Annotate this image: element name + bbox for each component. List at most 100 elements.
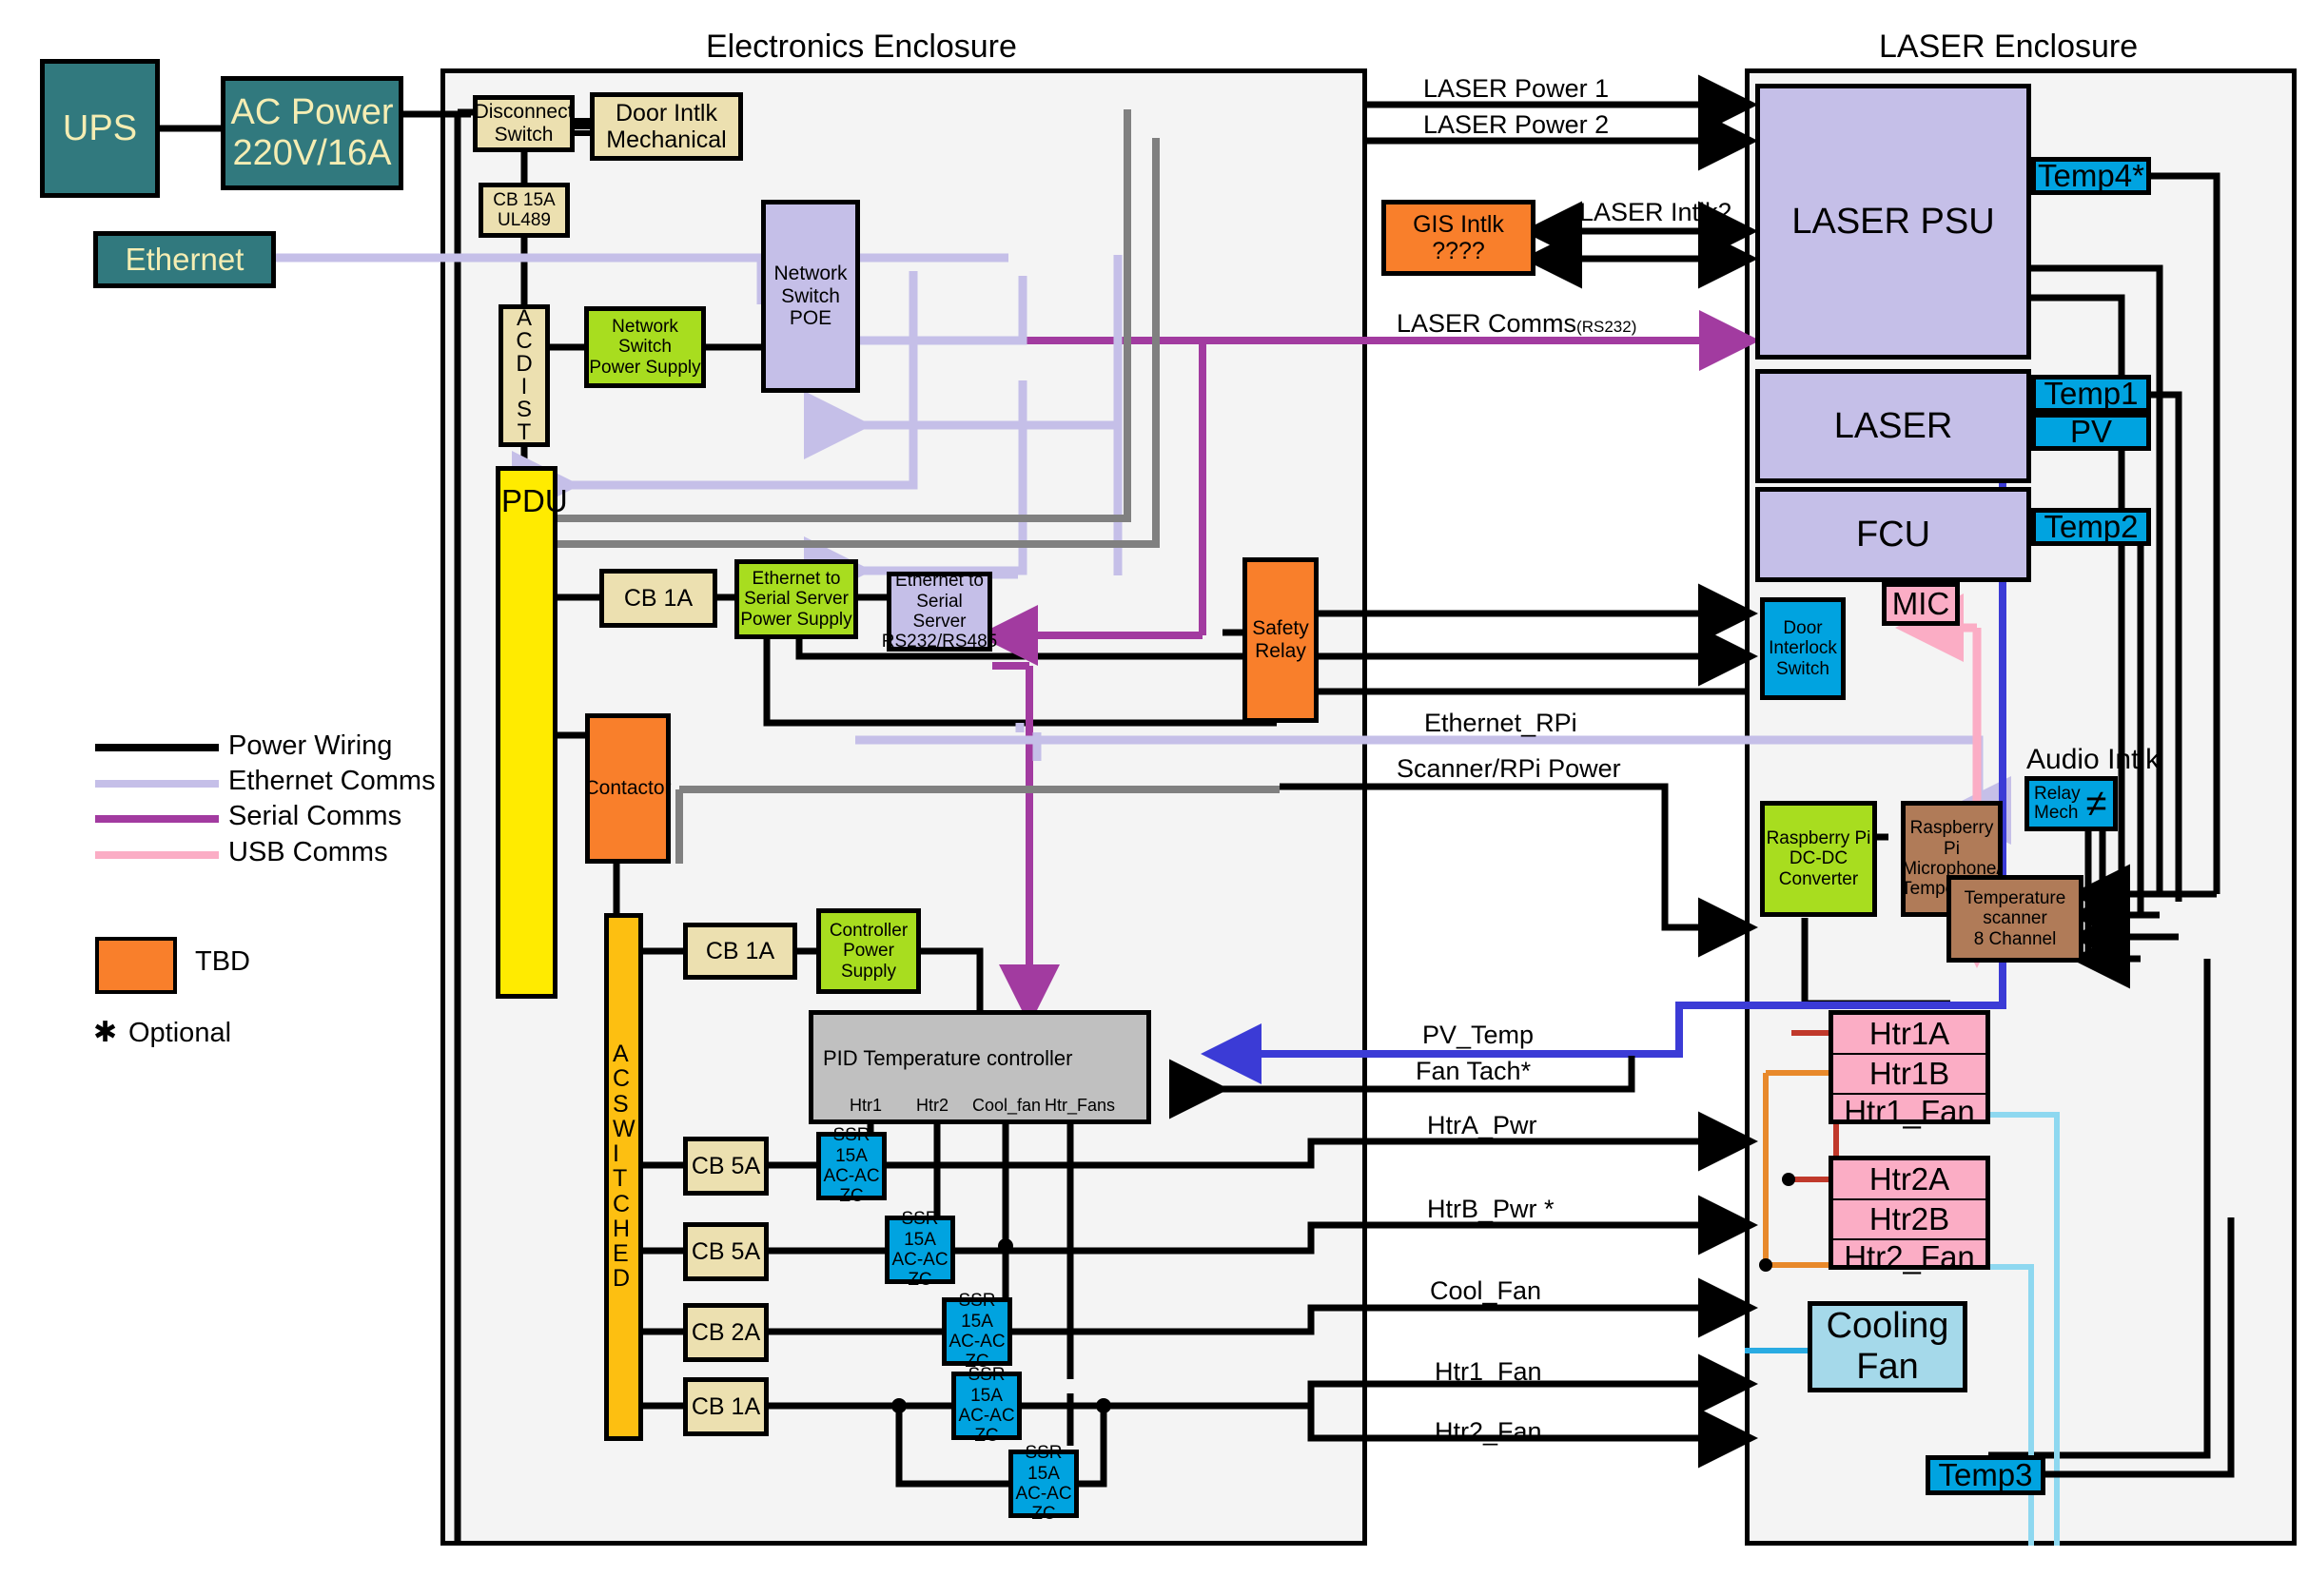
pdu-block[interactable] (496, 466, 557, 999)
label-laser-comms: LASER Comms(RS232) (1397, 309, 1636, 339)
ssr3-line1: SSR 15A (958, 1291, 996, 1332)
rpi-mic-line1: Raspberry Pi (1909, 818, 1994, 859)
gis-intlk-line1: GIS Intlk (1413, 211, 1504, 238)
door-int-line1: Door (1783, 618, 1823, 639)
network-switch-line2: Switch (781, 284, 840, 307)
cb-5a-a-block[interactable]: CB 5A (683, 1137, 769, 1196)
htr1a-label: Htr1A (1868, 1015, 1950, 1051)
pid-port-cool-fan: Cool_fan (972, 1096, 1042, 1115)
door-int-line2: Interlock (1769, 638, 1837, 659)
laser-psu-label: LASER PSU (1791, 201, 1995, 242)
pv-block[interactable]: PV (2031, 413, 2151, 451)
htr2-fan-row[interactable]: Htr2_Fan (1833, 1239, 1985, 1275)
label-cool-fan: Cool_Fan (1430, 1276, 1542, 1305)
temp3-block[interactable]: Temp3 (1926, 1455, 2045, 1495)
network-switch-poe-block[interactable]: Network Switch POE (761, 200, 860, 393)
safety-relay-block[interactable]: Safety Relay (1242, 557, 1319, 723)
pid-title-label: PID Temperature controller (823, 1046, 1073, 1070)
laser-block[interactable]: LASER (1755, 369, 2031, 483)
ssr-block-1[interactable]: SSR 15A AC-AC ZC (816, 1125, 887, 1206)
cb2a-label: CB 2A (691, 1319, 761, 1346)
cb-2a-block[interactable]: CB 2A (683, 1303, 769, 1362)
temp1-block[interactable]: Temp1 (2031, 375, 2151, 413)
controller-power-supply-block[interactable]: Controller Power Supply (816, 908, 921, 994)
ethernet-serial-power-supply-block[interactable]: Ethernet to Serial Server Power Supply (734, 559, 858, 639)
door-intlk-line2: Mechanical (606, 127, 727, 153)
electronics-enclosure (440, 68, 1367, 1546)
gis-intlk-line2: ???? (1432, 238, 1485, 264)
htr1a-row[interactable]: Htr1A (1833, 1015, 1985, 1055)
pid-port-htr2: Htr2 (916, 1096, 949, 1115)
network-switch-power-supply-block[interactable]: Network Switch Power Supply (584, 306, 706, 388)
ethernet-block[interactable]: Ethernet (93, 231, 276, 288)
cb-5a-b-block[interactable]: CB 5A (683, 1222, 769, 1281)
mic-label: MIC (1891, 585, 1950, 621)
label-scanner-rpi-power: Scanner/RPi Power (1397, 754, 1621, 783)
htr2a-row[interactable]: Htr2A (1833, 1160, 1985, 1200)
temp1-label: Temp1 (2044, 375, 2139, 411)
label-pv-temp: PV_Temp (1422, 1021, 1535, 1049)
eth-ser-ps-line2: Serial Server (744, 589, 849, 610)
label-htr1-fan: Htr1_Fan (1435, 1357, 1542, 1386)
label-laser-power-2: LASER Power 2 (1423, 110, 1610, 139)
legend-line-usb (95, 851, 219, 859)
gis-interlock-block[interactable]: GIS Intlk ???? (1381, 200, 1535, 276)
label-laser-intlk2: LASER Intlk2 (1579, 198, 1732, 226)
ups-block[interactable]: UPS (40, 59, 160, 198)
ac-switched-letters: A C S W I T C H E D (613, 1041, 636, 1293)
contactor-block[interactable]: Contactor (584, 713, 672, 864)
label-laser-power-1: LASER Power 1 (1423, 74, 1610, 103)
ethernet-serial-server-block[interactable]: Ethernet to Serial Server RS232/RS485 (882, 571, 997, 652)
ssr-block-3[interactable]: SSR 15A AC-AC ZC (942, 1291, 1012, 1372)
legend-label-power: Power Wiring (228, 730, 393, 761)
ac-power-block[interactable]: AC Power 220V/16A (221, 76, 403, 190)
cb-1a-controller-block[interactable]: CB 1A (683, 923, 797, 980)
eth-ser-ps-line1: Ethernet to (752, 569, 841, 590)
htr1-fan-label: Htr1_Fan (1844, 1093, 1975, 1129)
door-interlock-switch-block[interactable]: Door Interlock Switch (1760, 597, 1846, 700)
eth-ser-ps-line3: Power Supply (740, 609, 852, 630)
network-switch-line3: POE (789, 307, 832, 330)
htr1b-row[interactable]: Htr1B (1833, 1055, 1985, 1095)
ssr-block-2[interactable]: SSR 15A AC-AC ZC (885, 1209, 955, 1290)
door-interlock-mechanical-block[interactable]: Door Intlk Mechanical (590, 92, 743, 161)
cb-15a-ul489-block[interactable]: CB 15A UL489 (479, 183, 570, 238)
temp2-block[interactable]: Temp2 (2031, 508, 2151, 546)
ssr5-line2: AC-AC ZC (1015, 1484, 1072, 1525)
raspberry-pi-dcdc-block[interactable]: Raspberry Pi DC-DC Converter (1760, 801, 1877, 917)
legend-line-ethernet (95, 780, 219, 788)
fcu-block[interactable]: FCU (1755, 487, 2031, 582)
htr2b-row[interactable]: Htr2B (1833, 1200, 1985, 1240)
ssr1-line2: AC-AC ZC (823, 1166, 880, 1207)
htr1-fan-row[interactable]: Htr1_Fan (1833, 1093, 1985, 1129)
temperature-scanner-block[interactable]: Temperature scanner 8 Channel (1946, 875, 2083, 963)
label-htra-pwr: HtrA_Pwr (1427, 1111, 1537, 1139)
cb1a-b-label: CB 1A (705, 938, 775, 964)
laser-psu-block[interactable]: LASER PSU (1755, 84, 2031, 360)
mic-block[interactable]: MIC (1882, 582, 1960, 626)
ac-switched-letters-wrap: A C S W I T C H E D (613, 1041, 636, 1292)
cb-1a-eth-serial-block[interactable]: CB 1A (599, 569, 717, 628)
ssr-block-5[interactable]: SSR 15A AC-AC ZC (1008, 1443, 1079, 1524)
laser-comms-sub: (RS232) (1576, 318, 1637, 336)
ssr-block-4[interactable]: SSR 15A AC-AC ZC (951, 1365, 1022, 1446)
temp4-label: Temp4* (2038, 157, 2144, 193)
pdu-label: PDU (501, 483, 568, 518)
legend-label-ethernet: Ethernet Comms (228, 766, 436, 796)
legend-optional-symbol: ✱ (93, 1017, 118, 1048)
eth-ser-line2: Serial Server (912, 591, 967, 632)
temp4-block[interactable]: Temp4* (2031, 157, 2151, 195)
cb-1a-ssr-block[interactable]: CB 1A (683, 1377, 769, 1436)
htr1b-label: Htr1B (1868, 1055, 1950, 1091)
ssr2-line1: SSR 15A (901, 1209, 939, 1250)
disconnect-switch-block[interactable]: Disconnect Switch (473, 95, 575, 152)
cooling-fan-block[interactable]: Cooling Fan (1808, 1301, 1967, 1392)
diagram-canvas: Electronics Enclosure LASER Enclosure UP… (0, 0, 2308, 1596)
cb15a-line2: UL489 (498, 210, 551, 230)
relay-mech-line2: Mech (2034, 803, 2079, 823)
ac-dist-block[interactable]: A C D I S T (499, 304, 550, 447)
network-switch-line1: Network (773, 263, 848, 285)
relay-mech-block[interactable]: Relay Mech ≠ (2024, 776, 2118, 831)
label-fan-tach: Fan Tach* (1416, 1057, 1532, 1085)
ac-power-line2: 220V/16A (232, 133, 392, 173)
